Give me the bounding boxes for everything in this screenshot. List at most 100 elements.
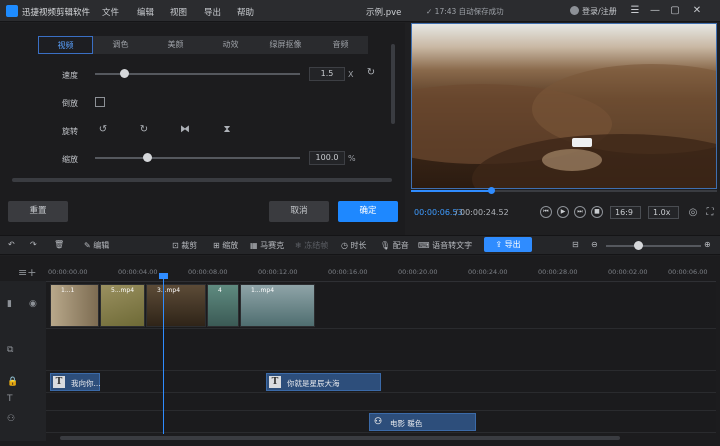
- speed-unit: X: [348, 70, 354, 79]
- text-clip[interactable]: T 你就是星辰大海: [266, 373, 381, 391]
- tab-color[interactable]: 调色: [93, 36, 148, 54]
- reverse-checkbox[interactable]: [95, 97, 105, 107]
- mosaic-tool[interactable]: ▦ 马赛克: [250, 240, 284, 251]
- video-clip[interactable]: 3...mp4: [146, 284, 206, 327]
- clip-label: 1...1: [61, 287, 75, 294]
- scale-slider-knob[interactable]: [143, 153, 152, 162]
- rotate-right-icon[interactable]: ↻: [137, 123, 151, 137]
- login-link[interactable]: 登录/注册: [582, 6, 617, 17]
- text-clip-label: 我向你...: [71, 379, 101, 388]
- export-button-label: 导出: [504, 240, 521, 249]
- tab-motion[interactable]: 动效: [203, 36, 258, 54]
- reset-button[interactable]: 重置: [8, 201, 68, 222]
- video-clip[interactable]: 1...1: [50, 284, 99, 327]
- reverse-label: 倒放: [62, 99, 78, 108]
- timeline-zoom-slider[interactable]: [606, 245, 701, 247]
- menu-export[interactable]: 导出: [204, 6, 221, 18]
- panel-scrollbar-vertical[interactable]: [391, 44, 395, 124]
- minimize-icon[interactable]: —: [648, 4, 662, 18]
- edit-tool[interactable]: ✎ 编辑: [84, 240, 109, 251]
- prev-frame-icon[interactable]: ⏮: [540, 206, 552, 218]
- menu-edit[interactable]: 编辑: [137, 6, 154, 18]
- panel-scrollbar-horizontal[interactable]: [12, 178, 392, 182]
- video-clip[interactable]: 5...mp4: [100, 284, 145, 327]
- flip-vertical-icon[interactable]: ⧗: [220, 123, 234, 137]
- playback-knob[interactable]: [488, 187, 495, 194]
- crop-tool[interactable]: ⊡ 裁剪: [172, 240, 197, 251]
- rotate-left-icon[interactable]: ↺: [96, 123, 110, 137]
- speech-to-text-tool[interactable]: ⌨ 语音转文字: [418, 240, 472, 251]
- dub-tool-label: 配音: [392, 241, 409, 250]
- zoom-out-icon[interactable]: ⊖: [591, 240, 598, 249]
- flip-horizontal-icon[interactable]: ⧓: [178, 123, 192, 137]
- redo-icon[interactable]: ↷: [30, 240, 37, 249]
- tab-audio[interactable]: 音频: [313, 36, 368, 54]
- lock-track-icon[interactable]: 🔒: [7, 377, 18, 387]
- clip-label: 4: [218, 287, 222, 294]
- user-icon[interactable]: [570, 6, 579, 15]
- fit-timeline-icon[interactable]: ⊟: [572, 240, 579, 249]
- confirm-button[interactable]: 确定: [338, 201, 398, 222]
- maximize-icon[interactable]: ▢: [668, 4, 682, 18]
- undo-icon[interactable]: ↶: [8, 240, 15, 249]
- app-logo: [6, 5, 18, 17]
- tab-beauty[interactable]: 美颜: [148, 36, 203, 54]
- tab-greenscreen[interactable]: 绿屏抠像: [258, 36, 313, 54]
- ruler-tick: 00:00:28.00: [538, 268, 578, 276]
- total-time: 00:00:24.52: [460, 208, 509, 217]
- effect-clip[interactable]: ⚇ 电影 暖色: [369, 413, 476, 431]
- video-preview[interactable]: [411, 23, 717, 189]
- scale-unit: %: [348, 154, 356, 163]
- rotate-label: 旋转: [62, 127, 78, 136]
- delete-icon[interactable]: 🗑: [54, 240, 64, 249]
- ruler-tick: 00:00:20.00: [398, 268, 438, 276]
- add-track-icon[interactable]: ≡+: [18, 266, 36, 279]
- close-icon[interactable]: ✕: [690, 4, 704, 18]
- snapshot-icon[interactable]: ◎: [686, 206, 700, 220]
- scale-label: 缩放: [62, 155, 78, 164]
- video-clip[interactable]: 1...mp4: [240, 284, 315, 327]
- zoom-tool[interactable]: ⊞ 缩放: [213, 240, 238, 251]
- playback-speed-select[interactable]: 1.0x: [648, 206, 679, 219]
- next-frame-icon[interactable]: ⏭: [574, 206, 586, 218]
- duration-tool-label: 时长: [350, 241, 367, 250]
- zoom-in-icon[interactable]: ⊕: [704, 240, 711, 249]
- ruler-tick: 00:00:08.00: [188, 268, 228, 276]
- play-icon[interactable]: ▶: [557, 206, 569, 218]
- timeline-ruler[interactable]: 00:00:00.00 00:00:04.00 00:00:08.00 00:0…: [46, 262, 716, 282]
- property-tabs: 视频 调色 美颜 动效 绿屏抠像 音频: [38, 36, 368, 54]
- text-track-icon: T: [7, 394, 13, 404]
- speed-input[interactable]: 1.5: [309, 67, 345, 81]
- reset-speed-icon[interactable]: ↻: [364, 66, 378, 80]
- menu-help[interactable]: 帮助: [237, 6, 254, 18]
- cancel-button[interactable]: 取消: [269, 201, 329, 222]
- track-visibility-icon[interactable]: ◉: [29, 299, 37, 309]
- timeline-zoom-knob[interactable]: [634, 241, 643, 250]
- tab-video[interactable]: 视频: [38, 36, 93, 54]
- scale-input[interactable]: 100.0: [309, 151, 345, 165]
- freeze-frame-label: 冻结帧: [304, 241, 329, 250]
- text-clip[interactable]: T 我向你...: [50, 373, 101, 391]
- dub-tool[interactable]: 🎙 配音: [380, 240, 409, 251]
- playhead-handle[interactable]: [159, 273, 168, 279]
- freeze-frame-tool[interactable]: ❄ 冻结帧: [295, 240, 328, 251]
- effect-clip-label: 电影 暖色: [390, 419, 423, 428]
- scale-slider[interactable]: [95, 157, 300, 159]
- menu-icon[interactable]: ☰: [628, 4, 642, 18]
- clip-label: 1...mp4: [251, 287, 275, 294]
- timeline-scrollbar[interactable]: [60, 436, 620, 440]
- ruler-tick: 00:00:02.00: [608, 268, 648, 276]
- fullscreen-icon[interactable]: ⛶: [703, 206, 717, 220]
- export-button[interactable]: ⇪ 导出: [484, 237, 532, 252]
- duration-tool[interactable]: ◷ 时长: [341, 240, 367, 251]
- speed-slider-knob[interactable]: [120, 69, 129, 78]
- aspect-ratio-select[interactable]: 16:9: [610, 206, 641, 219]
- stop-icon[interactable]: ■: [591, 206, 603, 218]
- pip-track-icon: ⧉: [7, 345, 14, 355]
- menu-file[interactable]: 文件: [102, 6, 119, 18]
- crop-tool-label: 裁剪: [181, 241, 198, 250]
- video-clip[interactable]: 4: [207, 284, 239, 327]
- timeline-playhead[interactable]: [163, 276, 164, 434]
- menu-view[interactable]: 视图: [170, 6, 187, 18]
- text-track: [46, 371, 716, 393]
